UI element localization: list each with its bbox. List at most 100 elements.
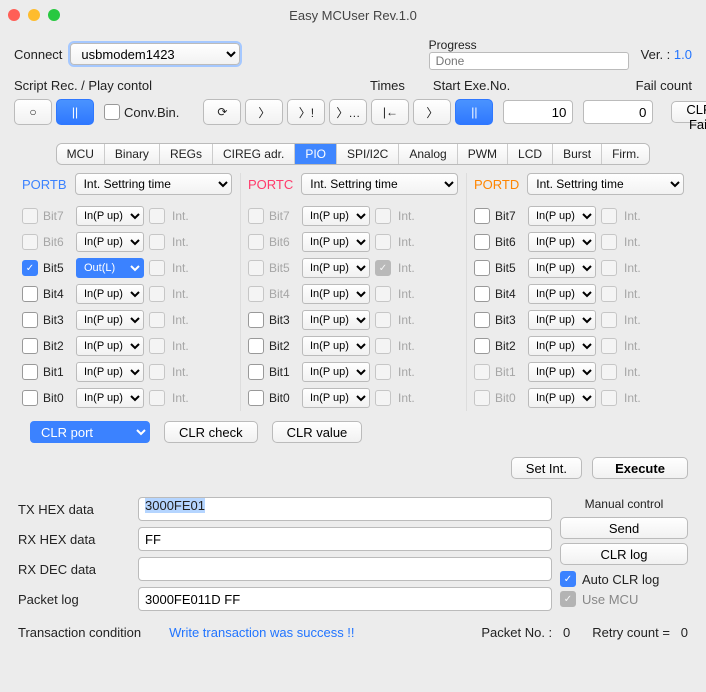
tab-burst[interactable]: Burst [552,144,601,164]
bit1-checkbox[interactable] [22,364,38,380]
t-pause-button[interactable]: || [455,99,493,125]
bit7-checkbox [248,208,264,224]
bit5-mode[interactable]: Out(L) [76,258,144,278]
tab-pwm[interactable]: PWM [457,144,507,164]
rxhex-input[interactable] [138,527,552,551]
bit-row: Bit4In(P up)Int. [248,281,458,307]
execute-button[interactable]: Execute [592,457,688,479]
clrlog-button[interactable]: CLR log [560,543,688,565]
t-stepbang-button[interactable]: 〉! [287,99,325,125]
bit6-mode[interactable]: In(P up) [528,232,596,252]
bit4-int-checkbox [375,286,391,302]
t-reload-button[interactable]: ⟳ [203,99,241,125]
autoclr-checkbox[interactable] [560,571,576,587]
bit2-checkbox[interactable] [248,338,264,354]
bit0-mode[interactable]: In(P up) [76,388,144,408]
t-begin-button[interactable]: |← [371,99,409,125]
bit5-checkbox[interactable] [474,260,490,276]
tab-spii2c[interactable]: SPI/I2C [336,144,398,164]
bit1-int-checkbox [375,364,391,380]
bit1-checkbox[interactable] [248,364,264,380]
bit3-mode[interactable]: In(P up) [302,310,370,330]
t-step-button[interactable]: 〉 [245,99,283,125]
bit-row: Bit7In(P up)Int. [248,203,458,229]
tab-regs[interactable]: REGs [159,144,212,164]
port-b-intsel[interactable]: Int. Settring time [75,173,232,195]
bit6-mode[interactable]: In(P up) [302,232,370,252]
bit2-checkbox[interactable] [22,338,38,354]
bit5-int-checkbox [149,260,165,276]
bit-row: Bit2In(P up)Int. [248,333,458,359]
minimize-icon[interactable] [28,9,40,21]
bit-row: Bit4In(P up)Int. [474,281,684,307]
bit0-mode[interactable]: In(P up) [302,388,370,408]
bit2-checkbox[interactable] [474,338,490,354]
bit0-checkbox [474,390,490,406]
bit4-mode[interactable]: In(P up) [528,284,596,304]
zoom-icon[interactable] [48,9,60,21]
transaction-cond-label: Transaction condition [18,625,141,640]
close-icon[interactable] [8,9,20,21]
rec-circle-button[interactable]: ○ [14,99,52,125]
connect-select[interactable]: usbmodem1423 [70,43,240,65]
bit4-mode[interactable]: In(P up) [76,284,144,304]
bit2-mode[interactable]: In(P up) [302,336,370,356]
tab-analog[interactable]: Analog [398,144,456,164]
bit5-checkbox[interactable] [22,260,38,276]
bit4-checkbox[interactable] [22,286,38,302]
rxhex-label: RX HEX data [18,532,138,547]
rxdec-input[interactable] [138,557,552,581]
clr-fail-button[interactable]: CLR Fail [671,101,706,123]
bit5-mode[interactable]: In(P up) [528,258,596,278]
bit3-checkbox[interactable] [474,312,490,328]
clr-value-button[interactable]: CLR value [272,421,363,443]
bit6-label: Bit6 [269,235,297,249]
bit2-mode[interactable]: In(P up) [76,336,144,356]
usemcu-label: Use MCU [582,592,638,607]
t-play-button[interactable]: 〉 [413,99,451,125]
bit3-checkbox[interactable] [248,312,264,328]
bit7-mode[interactable]: In(P up) [76,206,144,226]
pktlog-input[interactable] [138,587,552,611]
clr-check-button[interactable]: CLR check [164,421,258,443]
tab-pio[interactable]: PIO [294,144,336,164]
bit6-int-checkbox [601,234,617,250]
bit7-mode[interactable]: In(P up) [302,206,370,226]
bit1-mode[interactable]: In(P up) [76,362,144,382]
tab-binary[interactable]: Binary [104,144,159,164]
bit4-checkbox[interactable] [474,286,490,302]
rec-pause-button[interactable]: || [56,99,94,125]
tab-firm[interactable]: Firm. [601,144,649,164]
bit6-checkbox[interactable] [474,234,490,250]
bit0-label: Bit0 [495,391,523,405]
bit0-checkbox[interactable] [248,390,264,406]
bit5-mode[interactable]: In(P up) [302,258,370,278]
bit1-mode[interactable]: In(P up) [528,362,596,382]
bit3-mode[interactable]: In(P up) [528,310,596,330]
bit1-mode[interactable]: In(P up) [302,362,370,382]
bit3-int-label: Int. [624,313,641,327]
send-button[interactable]: Send [560,517,688,539]
bit3-checkbox[interactable] [22,312,38,328]
tab-lcd[interactable]: LCD [507,144,552,164]
set-int-button[interactable]: Set Int. [511,457,582,479]
bit6-int-checkbox [375,234,391,250]
bit3-mode[interactable]: In(P up) [76,310,144,330]
bit7-mode[interactable]: In(P up) [528,206,596,226]
times-input[interactable] [503,100,573,124]
bit2-mode[interactable]: In(P up) [528,336,596,356]
t-stepdots-button[interactable]: 〉… [329,99,367,125]
bit7-checkbox[interactable] [474,208,490,224]
clr-port-select[interactable]: CLR port [30,421,150,443]
startexe-input[interactable] [583,100,653,124]
txhex-input[interactable]: 3000FE01 [138,497,552,521]
bit0-checkbox[interactable] [22,390,38,406]
convbin-checkbox[interactable] [104,104,120,120]
tab-mcu[interactable]: MCU [57,144,104,164]
bit0-mode[interactable]: In(P up) [528,388,596,408]
port-c-intsel[interactable]: Int. Settring time [301,173,458,195]
port-d-intsel[interactable]: Int. Settring time [527,173,684,195]
bit6-mode[interactable]: In(P up) [76,232,144,252]
tab-ciregadr[interactable]: CIREG adr. [212,144,294,164]
bit4-mode[interactable]: In(P up) [302,284,370,304]
